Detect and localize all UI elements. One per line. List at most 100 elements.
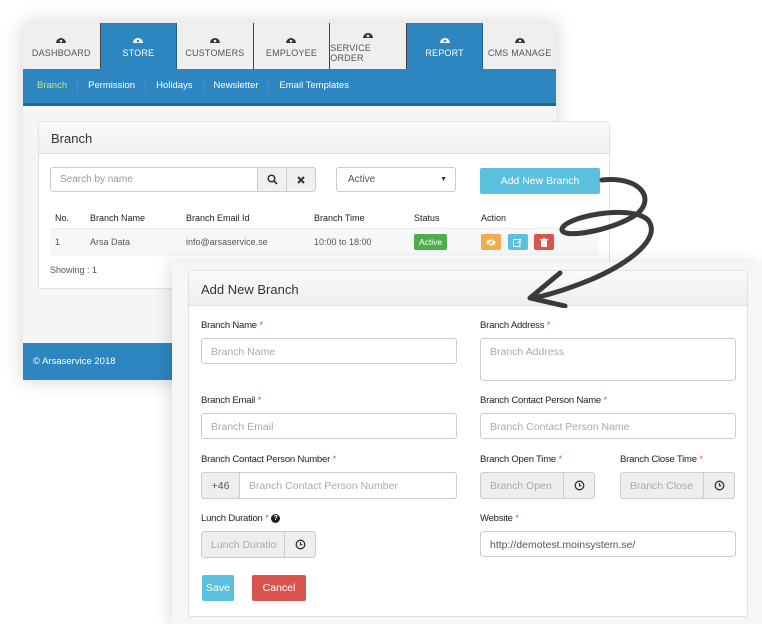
cell-branch-name: Arsa Data — [85, 228, 181, 256]
table-row: 1 Arsa Data info@arsaservice.se 10:00 to… — [50, 228, 599, 256]
column-header: Branch Email Id — [181, 208, 309, 229]
subnav-branch[interactable]: Branch — [27, 79, 79, 93]
add-new-branch-button[interactable]: Add New Branch — [480, 168, 600, 194]
subnav-email-templates[interactable]: Email Templates — [269, 79, 359, 93]
branch-name-input[interactable]: Branch Name — [201, 338, 457, 364]
dashboard-gauge-icon — [363, 33, 374, 38]
add-branch-form: Add New Branch Branch Name * Branch Name… — [188, 270, 748, 617]
search-button[interactable] — [258, 167, 287, 192]
contact-person-number-label: Branch Contact Person Number * — [201, 454, 336, 465]
dashboard-gauge-icon — [209, 38, 220, 43]
website-label: Website * — [480, 513, 519, 524]
edit-icon — [513, 238, 522, 247]
tab-label: REPORT — [425, 48, 464, 58]
branch-email-label: Branch Email * — [201, 395, 262, 406]
column-header: Branch Time — [309, 208, 409, 229]
cell-email: info@arsaservice.se — [181, 228, 309, 256]
help-icon[interactable]: ? — [271, 513, 281, 523]
contact-number-input[interactable]: Branch Contact Person Number — [240, 472, 457, 499]
lunch-duration-picker-button[interactable] — [285, 531, 316, 558]
close-time-label: Branch Close Time * — [620, 454, 703, 465]
delete-button[interactable] — [534, 234, 555, 251]
close-icon — [297, 175, 305, 184]
search-icon — [266, 174, 278, 185]
close-time-input[interactable]: Branch Close — [620, 472, 704, 499]
clear-search-button[interactable] — [287, 167, 316, 192]
cell-time: 10:00 to 18:00 — [309, 228, 409, 256]
dashboard-gauge-icon — [133, 38, 144, 43]
contact-number-group: +46 Branch Contact Person Number — [201, 472, 457, 499]
branch-table: No. Branch Name Branch Email Id Branch T… — [50, 208, 599, 256]
website-field: Website * http://demotest.moinsystem.se/ — [480, 513, 736, 557]
tab-label: CMS MANAGE — [487, 48, 552, 58]
branch-name-field: Branch Name * Branch Name — [201, 320, 457, 364]
close-time-group: Branch Close — [620, 472, 736, 499]
branch-address-textarea[interactable]: Branch Address — [480, 338, 736, 381]
delete-icon — [540, 237, 549, 247]
lunch-duration-label: Lunch Duration * ? — [201, 513, 317, 524]
branch-address-field: Branch Address * Branch Address — [480, 320, 736, 381]
tab-label: EMPLOYEE — [265, 48, 318, 58]
clock-icon — [295, 539, 305, 550]
contact-person-name-input[interactable]: Branch Contact Person Name — [480, 413, 736, 439]
contact-person-name-field: Branch Contact Person Name * Branch Cont… — [480, 395, 736, 439]
dashboard-gauge-icon — [514, 38, 525, 43]
caret-down-icon: ▼ — [440, 176, 447, 183]
edit-button[interactable] — [507, 234, 528, 251]
column-header: No. — [50, 208, 85, 229]
website-input[interactable]: http://demotest.moinsystem.se/ — [480, 531, 736, 557]
dashboard-gauge-icon — [286, 38, 297, 43]
tab-label: CUSTOMERS — [185, 48, 245, 58]
status-filter-select[interactable]: Active ▼ — [336, 167, 456, 192]
cell-no: 1 — [50, 228, 85, 256]
showing-count: Showing : 1 — [50, 265, 98, 275]
branch-address-label: Branch Address * — [480, 320, 551, 331]
open-time-field: Branch Open Time * Branch Open — [480, 454, 596, 499]
save-button[interactable]: Save — [202, 575, 234, 601]
sub-navigation: Branch Permission Holidays Newsletter Em… — [23, 69, 556, 106]
lunch-duration-group: Lunch Duratio — [201, 531, 317, 558]
open-time-label: Branch Open Time * — [480, 454, 562, 465]
subnav-holidays[interactable]: Holidays — [146, 79, 204, 93]
close-time-picker-button[interactable] — [704, 472, 735, 499]
tab-customers[interactable]: CUSTOMERS — [177, 23, 254, 69]
tab-service-order[interactable]: SERVICE ORDER — [330, 23, 407, 69]
cell-actions — [476, 228, 599, 256]
lunch-duration-field: Lunch Duration * ? Lunch Duratio — [201, 513, 317, 558]
status-filter-value: Active — [348, 174, 376, 185]
branch-name-label: Branch Name * — [201, 320, 263, 331]
cancel-button[interactable]: Cancel — [252, 575, 306, 601]
form-title: Add New Branch — [189, 271, 747, 306]
dashboard-gauge-icon — [56, 38, 67, 43]
tab-label: SERVICE ORDER — [330, 43, 371, 63]
branch-email-field: Branch Email * Branch Email — [201, 395, 457, 439]
hide-button[interactable] — [481, 234, 501, 251]
hide-icon — [486, 238, 496, 246]
open-time-group: Branch Open — [480, 472, 596, 499]
tab-dashboard[interactable]: DASHBOARD — [23, 23, 101, 69]
cell-status: Active — [409, 228, 476, 256]
add-branch-window: Add New Branch Branch Name * Branch Name… — [172, 262, 762, 624]
top-navigation: DASHBOARD STORE CUSTOMERS EMPLOYEE SERVI… — [23, 23, 556, 69]
tab-store[interactable]: STORE — [100, 23, 178, 69]
country-code-prefix: +46 — [201, 472, 240, 499]
column-header: Action — [476, 208, 599, 229]
search-input[interactable]: Search by name — [50, 167, 258, 192]
subnav-permission[interactable]: Permission — [78, 79, 147, 93]
close-time-field: Branch Close Time * Branch Close — [620, 454, 736, 499]
tab-label: STORE — [122, 48, 155, 58]
open-time-picker-button[interactable] — [564, 472, 595, 499]
tab-employee[interactable]: EMPLOYEE — [253, 23, 331, 69]
clock-icon — [574, 480, 584, 491]
contact-person-number-field: Branch Contact Person Number * +46 Branc… — [201, 454, 457, 499]
tab-report[interactable]: REPORT — [406, 23, 484, 69]
branch-email-input[interactable]: Branch Email — [201, 413, 457, 439]
search-group: Search by name — [50, 167, 316, 192]
clock-icon — [714, 480, 724, 491]
tab-cms-manage[interactable]: CMS MANAGE — [483, 23, 556, 69]
table-header-row: No. Branch Name Branch Email Id Branch T… — [50, 208, 599, 229]
open-time-input[interactable]: Branch Open — [480, 472, 564, 499]
branch-panel-title: Branch — [39, 122, 609, 154]
subnav-newsletter[interactable]: Newsletter — [204, 79, 270, 93]
lunch-duration-input[interactable]: Lunch Duratio — [201, 531, 285, 558]
